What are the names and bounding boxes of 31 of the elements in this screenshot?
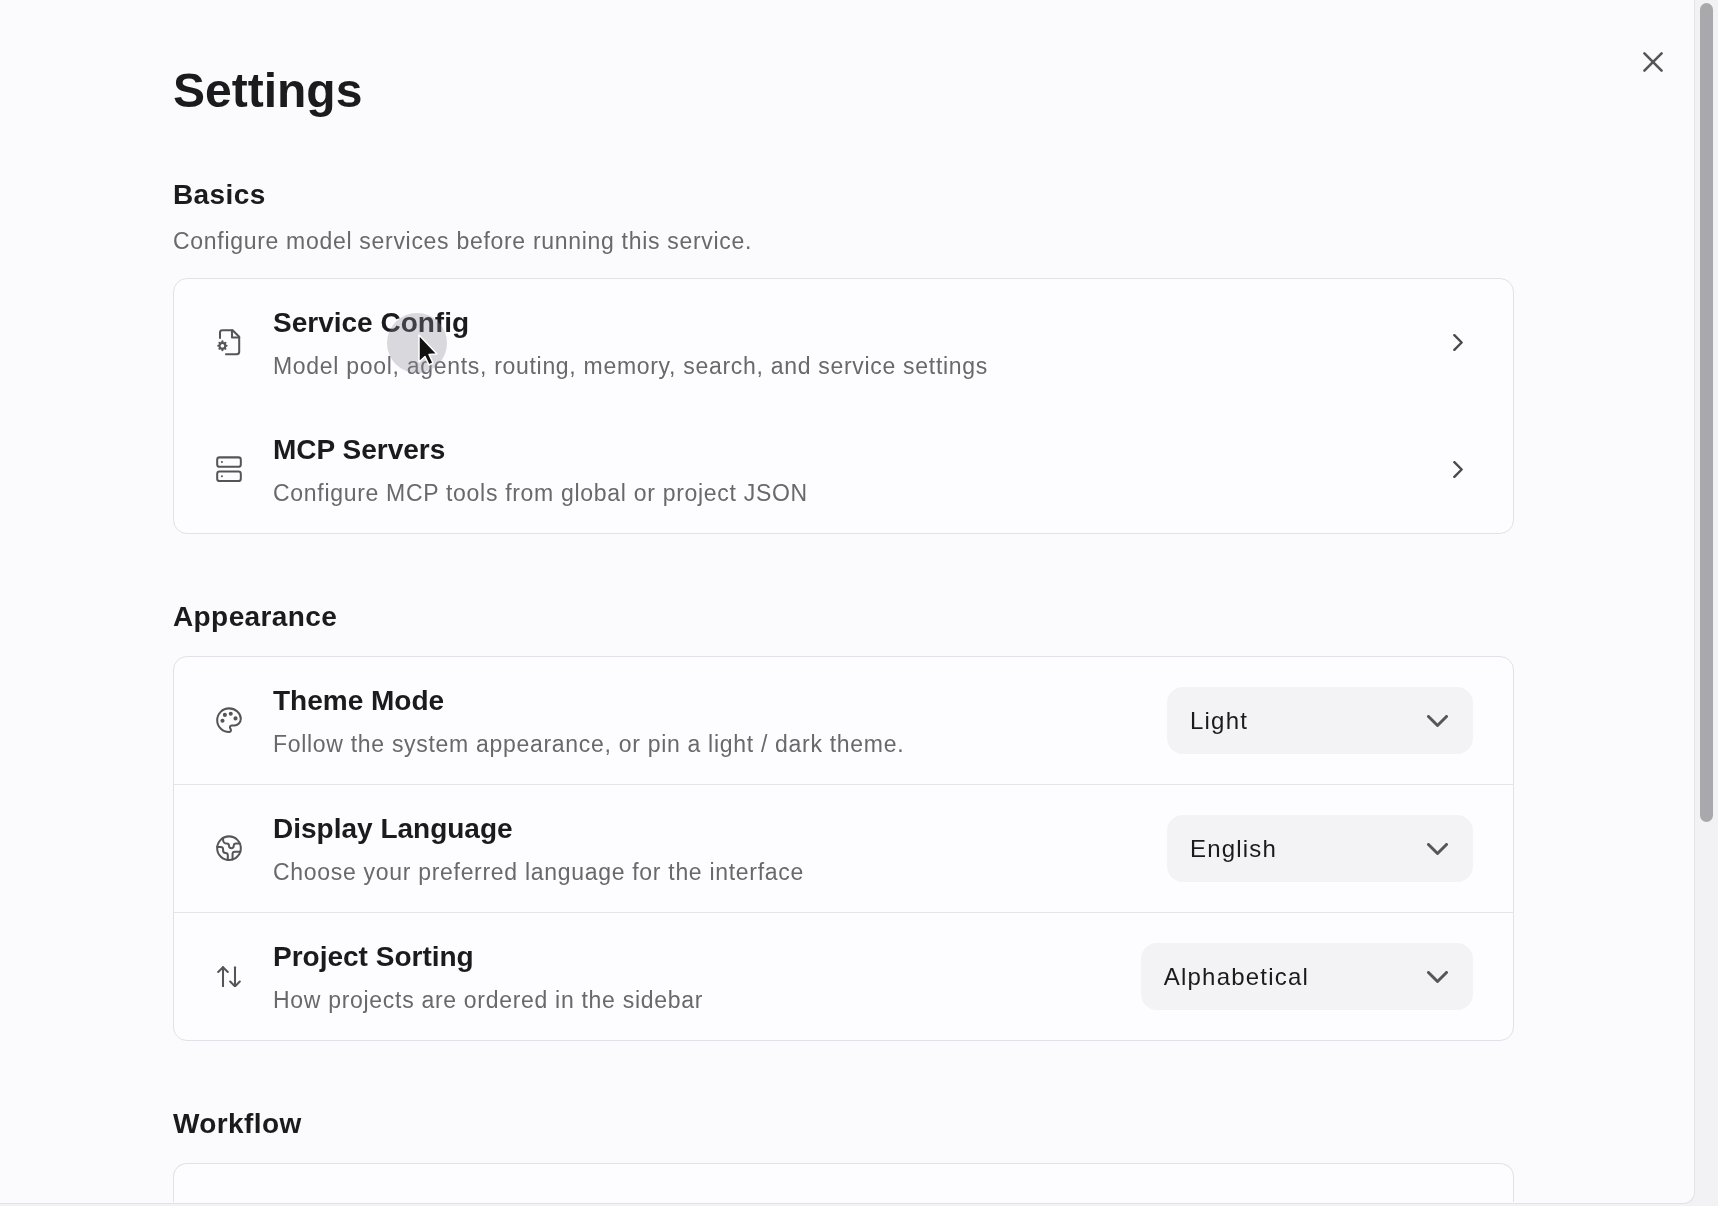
close-icon: [1643, 52, 1663, 72]
setting-title: MCP Servers: [273, 432, 446, 467]
scrollbar-thumb[interactable]: [1700, 3, 1713, 822]
up-down-arrows-icon: [217, 965, 241, 988]
chevron-down-icon: [1427, 970, 1448, 983]
chevron-down-icon: [1427, 714, 1448, 727]
file-gear-icon: [217, 329, 241, 356]
setting-title: Project Sorting: [273, 939, 474, 974]
setting-description: Model pool, agents, routing, memory, search, and service settings: [273, 351, 988, 381]
globe-icon: [216, 835, 242, 862]
chevron-right-icon: [1453, 334, 1463, 351]
section-heading: Appearance: [173, 600, 338, 634]
select-dropdown[interactable]: Light: [1167, 687, 1473, 754]
setting-description: Choose your preferred language for the interface: [273, 857, 804, 887]
setting-title: Theme Mode: [273, 683, 445, 718]
close-button[interactable]: [1643, 52, 1663, 72]
select-dropdown[interactable]: English: [1167, 815, 1473, 882]
setting-description: How projects are ordered in the sidebar: [273, 985, 703, 1015]
setting-title: Display Language: [273, 811, 513, 846]
section-description: Configure model services before running this service.: [173, 227, 753, 256]
setting-description: Follow the system appearance, or pin a light / dark theme.: [273, 729, 905, 759]
server-icon: [216, 456, 242, 483]
section-heading: Basics: [173, 178, 266, 212]
chevron-right-icon: [1453, 461, 1463, 478]
palette-icon: [216, 707, 242, 734]
setting-title: Service Config: [273, 305, 470, 340]
section-heading: Workflow: [173, 1107, 302, 1141]
select-dropdown[interactable]: Alphabetical: [1140, 943, 1473, 1010]
page-title: Settings: [173, 63, 363, 119]
setting-description: Configure MCP tools from global or project JSON: [273, 478, 808, 508]
chevron-down-icon: [1427, 842, 1448, 855]
